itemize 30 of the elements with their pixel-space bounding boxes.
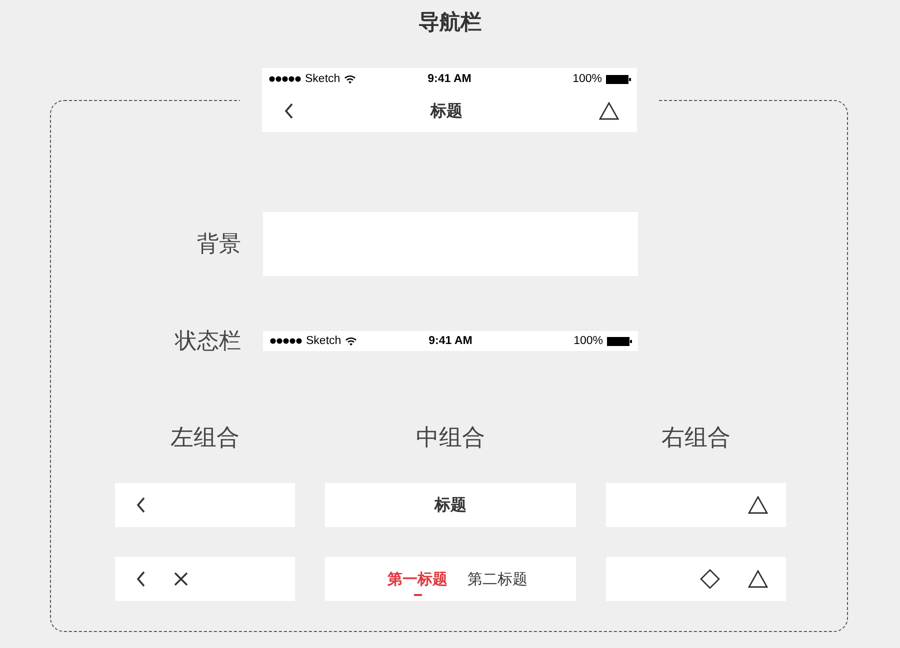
tab[interactable]: 第二标题: [468, 571, 528, 589]
triangle-icon[interactable]: [599, 102, 619, 120]
close-icon[interactable]: [174, 572, 188, 586]
battery-icon: [606, 74, 631, 84]
tab[interactable]: 第一标题: [388, 571, 448, 596]
nav-title: 标题: [430, 102, 462, 122]
battery-percent: 100%: [574, 335, 603, 347]
diamond-icon[interactable]: [700, 569, 720, 589]
triangle-icon[interactable]: [748, 570, 768, 588]
status-time: 9:41 AM: [428, 73, 472, 85]
status-time: 9:41 AM: [428, 335, 472, 347]
group-heading: 左组合: [170, 423, 240, 452]
group-heading: 右组合: [660, 423, 732, 452]
signal-icon: [269, 76, 301, 82]
nav-title: 标题: [434, 496, 466, 516]
battery-icon: [607, 336, 632, 346]
back-icon[interactable]: [136, 571, 146, 587]
back-icon[interactable]: [136, 497, 146, 513]
group-heading: 中组合: [415, 423, 486, 452]
back-icon[interactable]: [284, 103, 294, 119]
row-label: 状态栏: [174, 327, 241, 355]
battery-percent: 100%: [572, 73, 602, 85]
carrier-name: Sketch: [305, 73, 340, 85]
triangle-icon[interactable]: [748, 496, 768, 514]
wifi-icon: [345, 336, 358, 346]
carrier-name: Sketch: [306, 335, 342, 347]
row-label: 背景: [196, 230, 241, 258]
wifi-icon: [344, 74, 356, 84]
page-title: 导航栏: [418, 10, 482, 36]
signal-icon: [270, 338, 302, 344]
